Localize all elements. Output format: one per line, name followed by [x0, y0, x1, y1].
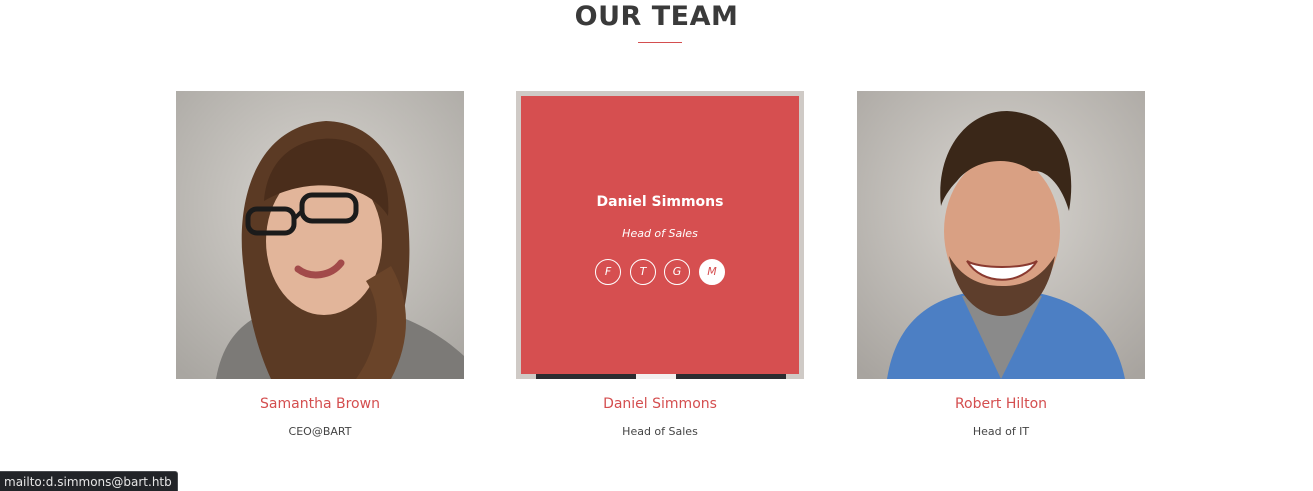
hover-overlay: Daniel Simmons Head of Sales F T G M	[521, 96, 799, 374]
member-photo[interactable]: Daniel Simmons Head of Sales F T G M	[516, 91, 804, 379]
member-photo	[857, 91, 1145, 379]
team-member-card: Daniel Simmons Head of Sales F T G M Dan…	[516, 91, 804, 438]
overlay-member-name: Daniel Simmons	[596, 194, 724, 210]
member-name[interactable]: Samantha Brown	[176, 396, 464, 412]
member-role: CEO@BART	[288, 425, 352, 438]
member-name[interactable]: Robert Hilton	[857, 396, 1145, 412]
mail-icon[interactable]: M	[699, 259, 725, 285]
member-photo	[176, 91, 464, 379]
section-title: OUR TEAM	[574, 1, 739, 32]
team-member-card: Robert Hilton Head of IT	[857, 91, 1145, 438]
social-links: F T G M	[521, 259, 799, 287]
google-plus-icon[interactable]: G	[664, 259, 690, 285]
twitter-icon[interactable]: T	[630, 259, 656, 285]
member-role: Head of Sales	[622, 425, 698, 438]
facebook-icon[interactable]: F	[595, 259, 621, 285]
woman-with-glasses-photo	[176, 91, 464, 379]
browser-status-bar: mailto:d.simmons@bart.htb	[0, 471, 178, 491]
member-name[interactable]: Daniel Simmons	[516, 396, 804, 412]
overlay-member-role: Head of Sales	[622, 227, 698, 240]
team-member-card: Samantha Brown CEO@BART	[176, 91, 464, 438]
member-role: Head of IT	[972, 425, 1030, 438]
title-underline	[638, 42, 682, 43]
smiling-man-photo	[857, 91, 1145, 379]
